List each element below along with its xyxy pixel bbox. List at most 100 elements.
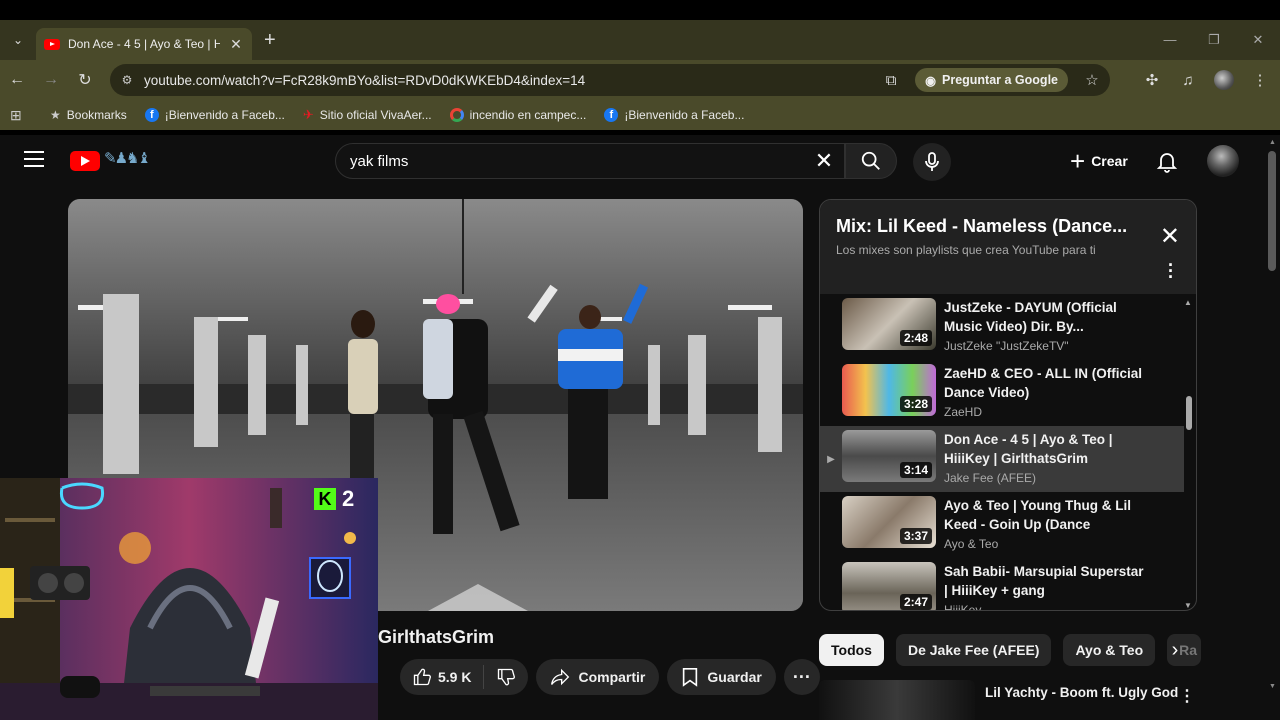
new-tab-button[interactable]: + [264,29,276,52]
playlist-item-title[interactable]: Ayo & Teo | Young Thug & Lil Keed - Goin… [944,496,1144,534]
window-close-icon[interactable]: ✕ [1236,20,1280,60]
playlist-item-title[interactable]: Sah Babii- Marsupial Superstar | HiiiKey… [944,562,1144,600]
duration-badge: 3:28 [899,396,932,412]
playlist-item-title[interactable]: Don Ace - 4 5 | Ayo & Teo | HiiiKey | Gi… [944,430,1144,468]
playlist-scrollbar[interactable]: ▲ ▼ [1184,296,1194,610]
doodle-icon[interactable]: ✎♟♞♝ [104,149,151,167]
chip-todos[interactable]: Todos [819,634,884,666]
ask-google-button[interactable]: ◉ Preguntar a Google [915,68,1068,92]
video-thumbnail[interactable]: 3:28 [842,364,936,416]
facebook-icon: f [604,108,619,122]
page-scroll-up-icon[interactable]: ▲ [1269,139,1276,146]
recommendation-item[interactable]: Lil Yachty - Boom ft. Ugly God ⋮ [819,680,1199,720]
playlist-item[interactable]: 2:48 JustZeke - DAYUM (Official Music Vi… [820,296,1184,360]
streamer-webcam-overlay: K 2 [0,478,378,720]
toolbar-right: ✣ ♫ ⋮ [1142,60,1270,100]
duration-badge: 2:48 [899,330,932,346]
bookmark-item[interactable]: incendio en campec... [449,108,586,122]
playlist-item-current[interactable]: ▶ 3:14 Don Ace - 4 5 | Ayo & Teo | HiiiK… [820,426,1184,492]
notifications-bell-icon[interactable] [1155,149,1179,173]
account-avatar[interactable] [1207,145,1239,177]
tab-close-icon[interactable]: ✕ [228,36,244,53]
playlist-item-title[interactable]: ZaeHD & CEO - ALL IN (Official Dance Vid… [944,364,1144,402]
create-button[interactable]: + Crear [1060,143,1138,179]
address-bar[interactable]: ⚙ youtube.com/watch?v=FcR28k9mBYo&list=R… [110,64,1110,96]
clear-search-icon[interactable]: ✕ [804,148,844,174]
youtube-logo[interactable] [70,151,100,171]
save-label: Guardar [707,669,762,685]
playlist-title[interactable]: Mix: Lil Keed - Nameless (Dance... [836,216,1126,237]
playlist-item[interactable]: 2:47 Sah Babii- Marsupial Superstar | Hi… [820,558,1184,610]
bookmark-item[interactable]: ★ Bookmarks [50,108,127,122]
media-controls-icon[interactable]: ♫ [1178,72,1198,89]
apps-grid-icon[interactable]: ⊞ [10,107,28,124]
more-actions-button[interactable]: ··· [783,659,820,695]
video-thumbnail[interactable]: 2:47 [842,562,936,610]
voice-search-button[interactable] [913,143,951,181]
video-thumbnail[interactable] [819,680,975,720]
video-thumbnail[interactable]: 3:14 [842,430,936,482]
playlist-menu-icon[interactable]: · · · [1168,256,1174,286]
page-scrollbar-thumb[interactable] [1268,151,1276,271]
playlist-item-channel[interactable]: Ayo & Teo [944,537,1144,551]
scroll-down-icon[interactable]: ▼ [1184,601,1192,610]
video-thumbnail[interactable]: 2:48 [842,298,936,350]
microphone-icon [925,152,939,171]
facebook-icon: f [144,108,159,122]
close-playlist-icon[interactable]: ✕ [1160,222,1180,251]
extensions-icon[interactable]: ✣ [1142,71,1162,89]
bookmark-item[interactable]: f ¡Bienvenido a Faceb... [144,108,285,122]
restore-icon[interactable]: ❐ [1192,20,1236,60]
playlist-header: Mix: Lil Keed - Nameless (Dance... Los m… [820,200,1196,294]
video-title-partial: GirlthatsGrim [378,627,495,647]
tab-title: Don Ace - 4 5 | Ayo & Teo | HiiiKey | Gi… [68,37,220,51]
playlist-item-channel[interactable]: JustZeke "JustZekeTV" [944,339,1144,353]
webcam-frame [0,478,378,720]
install-app-icon[interactable]: ⧉ [881,72,901,89]
reload-button[interactable]: ↻ [68,70,102,90]
video-thumbnail[interactable]: 3:37 [842,496,936,548]
playlist-item[interactable]: 3:37 Ayo & Teo | Young Thug & Lil Keed -… [820,492,1184,558]
back-button[interactable]: ← [0,71,34,89]
more-options-icon[interactable]: ⋮ [1179,686,1195,706]
tab-search-button[interactable]: ⌄ [0,20,36,60]
playlist-item[interactable]: 3:28 ZaeHD & CEO - ALL IN (Official Danc… [820,360,1184,426]
url-text[interactable]: youtube.com/watch?v=FcR28k9mBYo&list=RDv… [144,73,881,88]
browser-tab-active[interactable]: Don Ace - 4 5 | Ayo & Teo | HiiiKey | Gi… [36,28,252,60]
minimize-icon[interactable]: — [1148,20,1192,60]
scrollbar-thumb[interactable] [1186,396,1192,430]
bookmark-item[interactable]: f ¡Bienvenido a Faceb... [604,108,744,122]
playlist-item-title[interactable]: JustZeke - DAYUM (Official Music Video) … [944,298,1144,336]
share-button[interactable]: Compartir [536,659,660,695]
bookmark-item[interactable]: ✈ Sitio oficial VivaAer... [303,107,432,123]
chip-jake-fee[interactable]: De Jake Fee (AFEE) [895,634,1052,666]
search-box: ✕ [335,143,845,179]
profile-avatar[interactable] [1214,70,1234,90]
duration-badge: 2:47 [899,594,932,610]
filter-chips: Todos De Jake Fee (AFEE) Ayo & Teo Ra [819,634,1202,666]
recommendation-title[interactable]: Lil Yachty - Boom ft. Ugly God [985,680,1178,720]
playlist-item-channel[interactable]: HiiiKey [944,603,1144,610]
like-button[interactable]: 5.9 K [400,659,483,695]
bookmark-icon [683,668,698,687]
chrome-menu-icon[interactable]: ⋮ [1250,71,1270,89]
site-info-icon[interactable]: ⚙ [110,73,144,87]
scroll-up-icon[interactable]: ▲ [1184,298,1192,307]
guide-menu-icon[interactable] [24,151,44,167]
playlist-item-channel[interactable]: ZaeHD [944,405,1144,419]
search-button[interactable] [845,143,897,179]
save-button[interactable]: Guardar [667,659,776,695]
share-arrow-icon [551,668,570,686]
playlist-item-channel[interactable]: Jake Fee (AFEE) [944,471,1144,485]
forward-button[interactable]: → [34,71,68,89]
search-input[interactable] [350,152,804,170]
bookmarks-bar: ⊞ ★ Bookmarks f ¡Bienvenido a Faceb... ✈ Si… [0,100,1280,130]
chip-ayo-teo[interactable]: Ayo & Teo [1063,634,1156,666]
dislike-button[interactable] [484,659,528,695]
bookmark-star-icon[interactable]: ☆ [1082,71,1102,89]
chevron-right-icon[interactable]: › [1160,635,1190,665]
lens-icon: ◉ [925,73,936,88]
page-scroll-down-icon[interactable]: ▼ [1269,683,1276,690]
mix-playlist-panel: Mix: Lil Keed - Nameless (Dance... Los m… [819,199,1197,611]
playlist-items: 2:48 JustZeke - DAYUM (Official Music Vi… [820,296,1196,610]
